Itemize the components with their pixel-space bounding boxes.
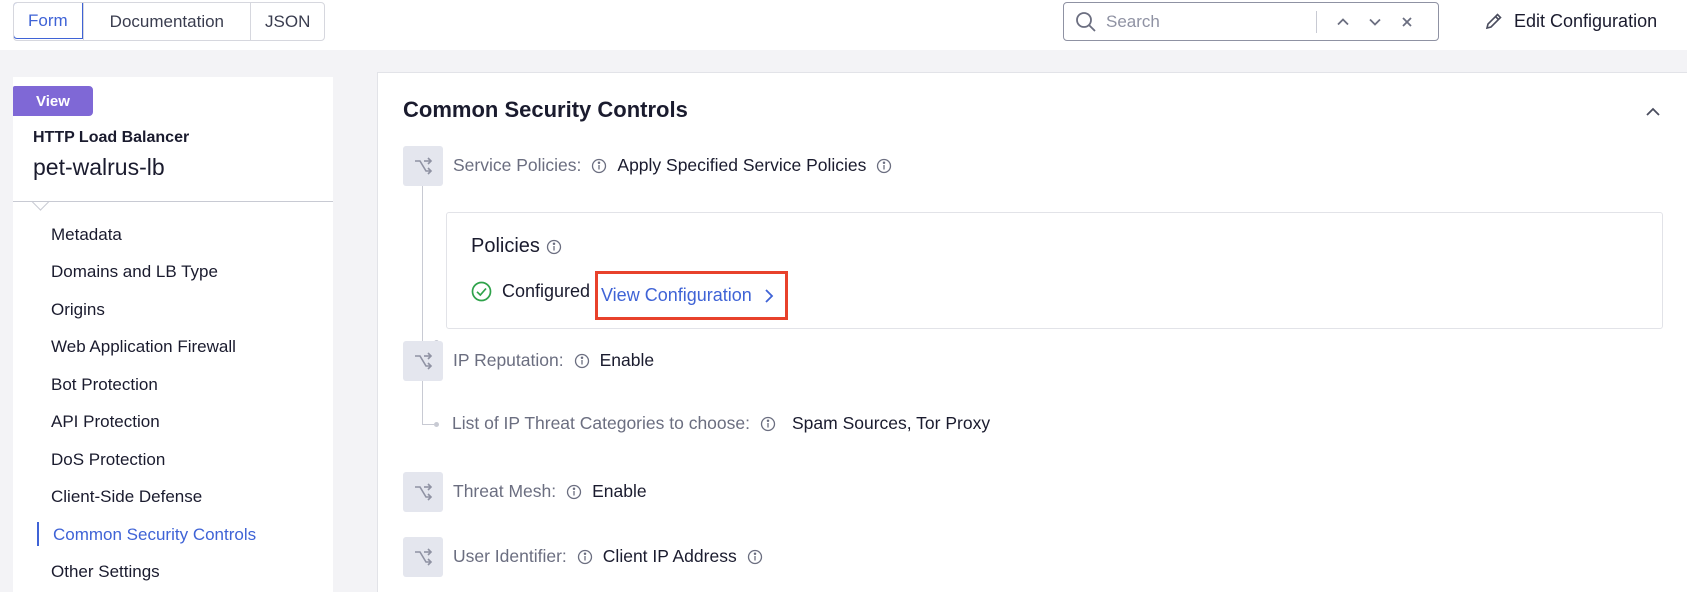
sidebar-item-api-protection[interactable]: API Protection [13,404,333,442]
fork-icon [403,146,443,186]
sidebar-item-client-side-defense[interactable]: Client-Side Defense [13,479,333,517]
sidebar-divider [13,201,333,202]
policies-status-row: Configured [471,281,590,302]
search-divider [1316,10,1317,33]
ip-reputation-value: Enable [599,350,655,370]
fork-icon [403,472,443,512]
info-icon[interactable] [876,158,892,174]
tab-documentation[interactable]: Documentation [82,3,250,40]
info-icon[interactable] [566,484,582,500]
section-title: Common Security Controls [403,97,688,122]
view-configuration-label: View Configuration [601,285,752,305]
search-box [1063,2,1439,41]
chevron-right-icon [765,288,774,303]
sidebar-item-other-settings[interactable]: Other Settings [13,554,333,592]
fork-icon [403,537,443,577]
threat-mesh-row: Threat Mesh: Enable [453,481,647,502]
check-circle-icon [471,281,492,302]
object-type: HTTP Load Balancer [33,129,190,146]
sidebar-item-metadata[interactable]: Metadata [13,216,333,254]
ip-threat-categories-label: List of IP Threat Categories to choose: [452,413,750,433]
info-icon[interactable] [577,549,593,565]
policies-title: Policies [471,235,540,257]
sidebar-item-dos-protection[interactable]: DoS Protection [13,441,333,479]
policies-status: Configured [502,281,591,301]
search-icon [1076,11,1096,32]
threat-mesh-value: Enable [592,481,647,501]
info-icon[interactable] [747,549,763,565]
sidebar-item-waf[interactable]: Web Application Firewall [13,329,333,367]
sidebar-item-origins[interactable]: Origins [13,291,333,329]
info-icon[interactable] [546,239,562,255]
tree-connector [422,424,434,425]
user-identifier-label: User Identifier: [453,546,567,566]
top-toolbar: Form Documentation JSON Edit Configurati… [0,0,1687,50]
threat-mesh-label: Threat Mesh: [453,481,557,501]
close-icon[interactable] [1393,8,1421,36]
ip-threat-categories-value: Spam Sources, Tor Proxy [792,413,991,433]
view-mode-tabs: Form Documentation JSON [13,2,326,41]
info-icon[interactable] [760,416,776,432]
chevron-up-icon[interactable] [1329,8,1357,36]
info-icon[interactable] [591,158,607,174]
info-icon[interactable] [574,353,590,369]
main-panel: Common Security Controls Service Policie… [377,72,1687,592]
chevron-down-icon[interactable] [1361,8,1389,36]
ip-reputation-row: IP Reputation: Enable [453,350,654,371]
tab-json[interactable]: JSON [250,3,324,40]
sidebar: View HTTP Load Balancer pet-walrus-lb Me… [13,77,333,592]
sidebar-item-common-security-controls[interactable]: Common Security Controls [13,516,333,554]
pencil-icon [1485,13,1502,30]
tree-node-dot [434,422,439,427]
user-identifier-row: User Identifier: Client IP Address [453,546,773,567]
edit-configuration-label: Edit Configuration [1514,10,1658,31]
ip-reputation-label: IP Reputation: [453,350,564,370]
tree-connector [422,186,423,342]
fork-icon [403,341,443,381]
search-input[interactable] [1106,11,1316,32]
tree-connector [422,381,423,424]
sidebar-item-bot-protection[interactable]: Bot Protection [13,366,333,404]
service-policies-value: Apply Specified Service Policies [617,155,867,175]
collapse-chevron-icon[interactable] [1642,101,1664,123]
object-name: pet-walrus-lb [33,154,165,180]
view-badge: View [13,86,93,116]
edit-configuration-button[interactable]: Edit Configuration [1484,6,1657,36]
ip-threat-categories-row: List of IP Threat Categories to choose: … [452,413,990,434]
service-policies-row: Service Policies: Apply Specified Servic… [453,155,902,176]
tab-form[interactable]: Form [14,3,83,39]
user-identifier-value: Client IP Address [602,546,737,566]
policies-card: Policies Configured View Configuration [446,212,1663,329]
view-configuration-link[interactable]: View Configuration [595,271,788,320]
service-policies-label: Service Policies: [453,155,582,175]
policies-heading: Policies [471,235,572,258]
sidebar-item-domains[interactable]: Domains and LB Type [13,254,333,292]
section-nav: Metadata Domains and LB Type Origins Web… [13,216,333,591]
